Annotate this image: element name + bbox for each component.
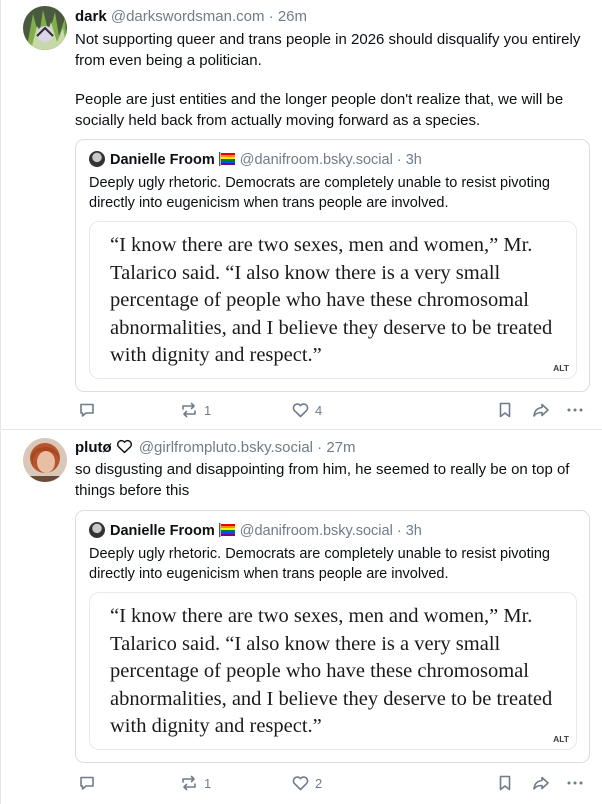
post-text: so disgusting and disappointing from him… xyxy=(75,461,570,499)
post-time[interactable]: 27m xyxy=(326,439,355,456)
repost-icon xyxy=(182,402,196,418)
post-dark[interactable]: dark @darkswordsman.com · 26m Not suppor… xyxy=(0,0,602,430)
quote-author-name: Danielle Froom xyxy=(110,523,215,539)
like-icon xyxy=(292,776,309,791)
quoted-post[interactable]: Danielle Froom @danifroom.bsky.social · 3… xyxy=(75,510,590,763)
alt-badge[interactable]: ALT xyxy=(553,363,569,373)
like-button[interactable]: 2 xyxy=(291,773,322,793)
pride-flag-icon xyxy=(218,152,236,171)
like-count: 4 xyxy=(315,402,323,418)
quote-author-handle: @danifroom.bsky.social xyxy=(239,523,393,539)
post-actions: 1 2 xyxy=(75,773,590,793)
post-header: plutø @girlfrompluto.bsky.social · 27m xyxy=(75,439,356,459)
post-time[interactable]: 26m xyxy=(278,8,307,25)
quote-time: 3h xyxy=(405,523,422,539)
quote-header: Danielle Froom @danifroom.bsky.social · 3… xyxy=(89,151,422,171)
separator-dot: · xyxy=(392,152,406,168)
quote-avatar xyxy=(89,151,105,167)
image-text: “I know there are two sexes, men and wom… xyxy=(110,605,553,737)
separator-dot: · xyxy=(392,523,406,539)
alt-badge[interactable]: ALT xyxy=(553,734,569,744)
author-handle[interactable]: @darkswordsman.com xyxy=(111,8,265,25)
like-button[interactable]: 4 xyxy=(291,400,322,420)
bookmark-button[interactable] xyxy=(497,400,513,420)
quote-time: 3h xyxy=(405,152,422,168)
pride-flag-icon xyxy=(218,523,236,542)
avatar[interactable] xyxy=(23,438,67,482)
repost-button[interactable]: 1 xyxy=(179,773,211,793)
post-text: People are just entities and the longer … xyxy=(75,91,564,129)
author-name[interactable]: plutø xyxy=(75,439,112,456)
more-options-button[interactable] xyxy=(566,400,584,420)
share-icon xyxy=(533,776,549,790)
post-pluto[interactable]: plutø @girlfrompluto.bsky.social · 27m s… xyxy=(0,431,602,804)
repost-count: 1 xyxy=(204,402,212,418)
post-header: dark @darkswordsman.com · 26m xyxy=(75,8,307,26)
quote-author-name: Danielle Froom xyxy=(110,152,215,168)
quote-text: Deeply ugly rhetoric. Democrats are comp… xyxy=(89,546,550,582)
author-handle[interactable]: @girlfrompluto.bsky.social xyxy=(139,439,313,456)
like-icon xyxy=(292,403,309,418)
reply-icon xyxy=(80,403,94,417)
quote-avatar xyxy=(89,522,105,538)
reply-button[interactable] xyxy=(78,400,96,420)
separator-dot: · xyxy=(264,8,278,25)
repost-count: 1 xyxy=(204,775,212,791)
author-name[interactable]: dark xyxy=(75,8,107,25)
quote-image[interactable]: “I know there are two sexes, men and wom… xyxy=(89,221,577,379)
post-text: Not supporting queer and trans people in… xyxy=(75,31,581,69)
quote-text: Deeply ugly rhetoric. Democrats are comp… xyxy=(89,175,550,211)
quote-image[interactable]: “I know there are two sexes, men and wom… xyxy=(89,592,577,750)
repost-icon xyxy=(182,775,196,791)
more-icon xyxy=(567,781,583,785)
heart-outline-icon xyxy=(116,439,133,459)
quote-header: Danielle Froom @danifroom.bsky.social · 3… xyxy=(89,522,422,542)
quoted-post[interactable]: Danielle Froom @danifroom.bsky.social · 3… xyxy=(75,139,590,392)
post-actions: 1 4 xyxy=(75,400,590,420)
reply-icon xyxy=(80,776,94,790)
share-button[interactable] xyxy=(531,400,551,420)
more-options-button[interactable] xyxy=(566,773,584,793)
reply-button[interactable] xyxy=(78,773,96,793)
like-count: 2 xyxy=(315,775,323,791)
more-icon xyxy=(567,408,583,412)
share-button[interactable] xyxy=(531,773,551,793)
bookmark-button[interactable] xyxy=(497,773,513,793)
quote-author-handle: @danifroom.bsky.social xyxy=(239,152,393,168)
bookmark-icon xyxy=(499,402,511,418)
avatar[interactable] xyxy=(23,6,67,50)
image-text: “I know there are two sexes, men and wom… xyxy=(110,234,553,366)
repost-button[interactable]: 1 xyxy=(179,400,211,420)
separator-dot: · xyxy=(313,439,327,456)
bookmark-icon xyxy=(499,775,511,791)
share-icon xyxy=(533,403,549,417)
